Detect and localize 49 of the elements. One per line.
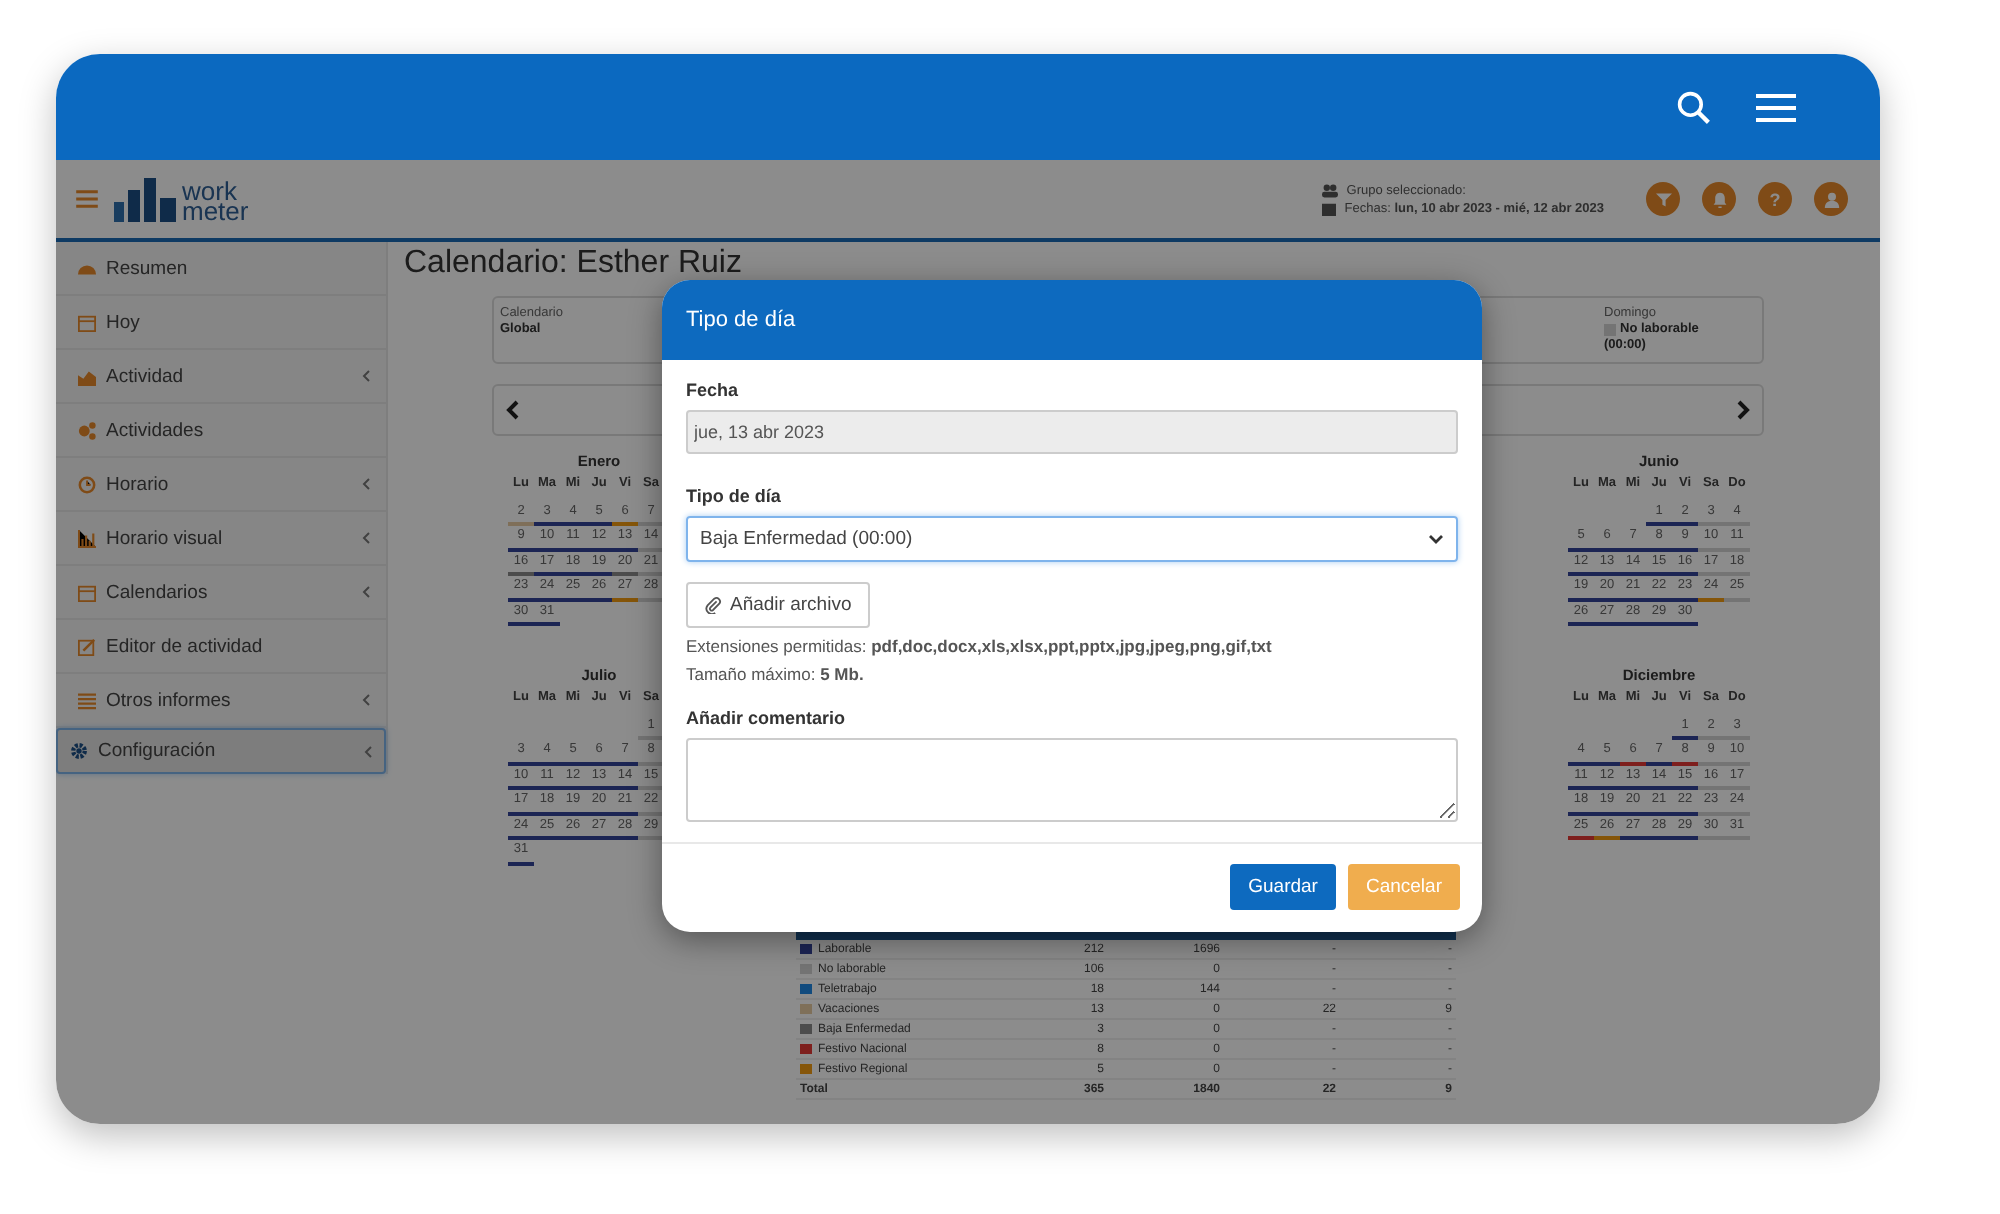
notifications-button[interactable] xyxy=(1702,182,1736,216)
chevron-down-icon xyxy=(1428,534,1444,544)
sidebar-item[interactable]: Hoy xyxy=(56,296,386,350)
sidebar-item[interactable]: Calendarios xyxy=(56,566,386,620)
paperclip-icon xyxy=(704,596,722,614)
sidebar-item[interactable]: Editor de actividad xyxy=(56,620,386,674)
page-title: Calendario: Esther Ruiz xyxy=(404,248,744,280)
user-icon xyxy=(1823,191,1839,207)
edit-icon xyxy=(78,637,96,655)
calendar-check-icon xyxy=(78,313,96,331)
bar-chart-icon xyxy=(78,529,96,547)
logo-text: meter xyxy=(182,201,249,221)
next-icon[interactable] xyxy=(1736,400,1750,420)
filter-button[interactable] xyxy=(1646,182,1680,216)
cancel-button[interactable]: Cancelar xyxy=(1347,864,1460,910)
field-label: Añadir comentario xyxy=(686,708,848,728)
calendar-icon xyxy=(1322,201,1337,215)
legend-swatch xyxy=(1604,323,1616,335)
calendar-icon xyxy=(78,583,96,601)
sidebar-item[interactable]: Actividad xyxy=(56,350,386,404)
save-button[interactable]: Guardar xyxy=(1230,864,1336,910)
sidebar-item[interactable]: Horario visual xyxy=(56,512,386,566)
day-type-select[interactable]: Baja Enfermedad (00:00) xyxy=(686,516,1458,562)
sidebar-item[interactable]: Resumen xyxy=(56,242,386,296)
area-chart-icon xyxy=(78,367,96,385)
list-icon xyxy=(78,691,96,709)
field-label: Tipo de día xyxy=(686,486,783,506)
search-icon[interactable] xyxy=(1676,89,1712,125)
filter-icon xyxy=(1655,191,1671,207)
comment-field[interactable] xyxy=(686,738,1458,822)
previous-icon[interactable] xyxy=(506,400,520,420)
users-icon xyxy=(1322,183,1339,197)
gear-icon xyxy=(70,742,88,760)
clock-icon xyxy=(78,475,96,493)
help-button[interactable]: ? xyxy=(1758,182,1792,216)
sidebar-item[interactable]: Configuración xyxy=(56,728,386,774)
logo-text: work xyxy=(182,181,237,201)
sidebar-item[interactable]: Actividades xyxy=(56,404,386,458)
dashboard-icon xyxy=(78,259,96,277)
allowed-extensions-text: Extensiones permitidas: pdf,doc,docx,xls,xlsx,ppt,pptx,jpg,jpeg,png,gif,txt xyxy=(686,636,1274,656)
user-button[interactable] xyxy=(1814,182,1848,216)
gears-icon xyxy=(78,421,96,439)
attach-file-button[interactable]: Añadir archivo xyxy=(686,582,870,628)
max-size-text: Tamaño máximo: 5 Mb. xyxy=(686,664,866,684)
dialog-title: Tipo de día xyxy=(686,308,796,332)
bar-chart-icon xyxy=(114,177,178,221)
field-label: Fecha xyxy=(686,380,741,400)
bell-icon xyxy=(1711,191,1727,207)
sidebar-item[interactable]: Horario xyxy=(56,458,386,512)
